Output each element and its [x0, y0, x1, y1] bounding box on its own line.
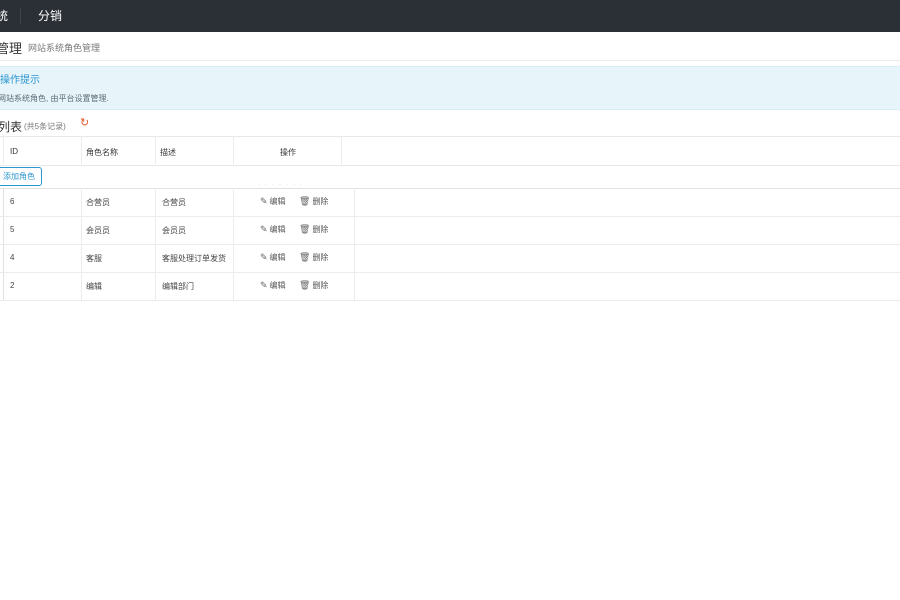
table-row: 5 会员员 会员员 ✎ 编辑 🗑︎ 删除	[0, 216, 900, 245]
edit-icon: ✎	[260, 280, 268, 290]
column-divider	[81, 136, 82, 164]
column-divider	[81, 188, 82, 300]
edit-icon: ✎	[260, 252, 268, 262]
nav-item-fenxiao[interactable]: 分销	[38, 0, 62, 32]
delete-button[interactable]: 🗑︎ 删除	[299, 280, 328, 291]
page-title: 管理	[0, 41, 23, 56]
page-header: 管理 网站系统角色管理	[0, 32, 900, 61]
row-id: 2	[10, 281, 15, 290]
table-header: ID 角色名称 描述 操作	[0, 136, 900, 166]
row-name: 会员员	[86, 226, 110, 235]
list-title: 列表	[0, 120, 23, 134]
row-desc: 编辑部门	[162, 282, 194, 291]
edit-button[interactable]: ✎ 编辑	[260, 196, 286, 207]
row-id: 4	[10, 253, 15, 262]
delete-button[interactable]: 🗑︎ 删除	[299, 224, 328, 235]
trash-icon: 🗑︎	[299, 196, 311, 206]
tip-text: 网站系统角色, 由平台设置管理.	[0, 94, 109, 103]
column-header-name: 角色名称	[86, 148, 118, 157]
edit-icon: ✎	[260, 196, 268, 206]
trash-icon: 🗑︎	[299, 280, 311, 290]
row-name: 合营员	[86, 198, 110, 207]
column-divider	[341, 136, 342, 164]
edit-icon: ✎	[260, 224, 268, 234]
row-id: 5	[10, 225, 15, 234]
top-nav-bar: 统 分销	[0, 0, 900, 32]
toolbar-row: 添加角色 ·······	[0, 164, 900, 189]
tip-box: 操作提示 网站系统角色, 由平台设置管理.	[0, 66, 900, 110]
column-divider	[3, 136, 4, 164]
column-divider	[155, 188, 156, 300]
delete-button[interactable]: 🗑︎ 删除	[299, 252, 328, 263]
page-subtitle: 网站系统角色管理	[28, 43, 101, 53]
row-desc: 客服处理订单发货	[162, 254, 226, 263]
table-row: 2 编辑 编辑部门 ✎ 编辑 🗑︎ 删除	[0, 272, 900, 301]
column-divider	[233, 188, 234, 300]
record-count: (共5条记录)	[24, 122, 66, 131]
refresh-icon[interactable]: ↻	[80, 117, 92, 129]
row-desc: 合营员	[162, 198, 186, 207]
table-row: 4 客服 客服处理订单发货 ✎ 编辑 🗑︎ 删除	[0, 244, 900, 273]
row-name: 客服	[86, 254, 102, 263]
edit-button[interactable]: ✎ 编辑	[260, 280, 286, 291]
column-divider	[233, 136, 234, 164]
add-role-button[interactable]: 添加角色	[0, 167, 42, 186]
delete-button[interactable]: 🗑︎ 删除	[299, 196, 328, 207]
row-name: 编辑	[86, 282, 102, 291]
table-row: 6 合营员 合营员 ✎ 编辑 🗑︎ 删除	[0, 188, 900, 217]
trash-icon: 🗑︎	[299, 224, 311, 234]
trash-icon: 🗑︎	[299, 252, 311, 262]
nav-item-prev[interactable]: 统	[0, 0, 8, 32]
column-header-desc: 描述	[160, 148, 176, 157]
column-divider	[354, 188, 355, 300]
row-desc: 会员员	[162, 226, 186, 235]
tip-title: 操作提示	[0, 75, 40, 86]
row-id: 6	[10, 197, 15, 206]
column-divider	[155, 136, 156, 164]
edit-button[interactable]: ✎ 编辑	[260, 224, 286, 235]
edit-button[interactable]: ✎ 编辑	[260, 252, 286, 263]
column-header-actions: 操作	[280, 148, 296, 157]
column-header-id: ID	[10, 147, 18, 156]
nav-divider	[20, 8, 21, 24]
